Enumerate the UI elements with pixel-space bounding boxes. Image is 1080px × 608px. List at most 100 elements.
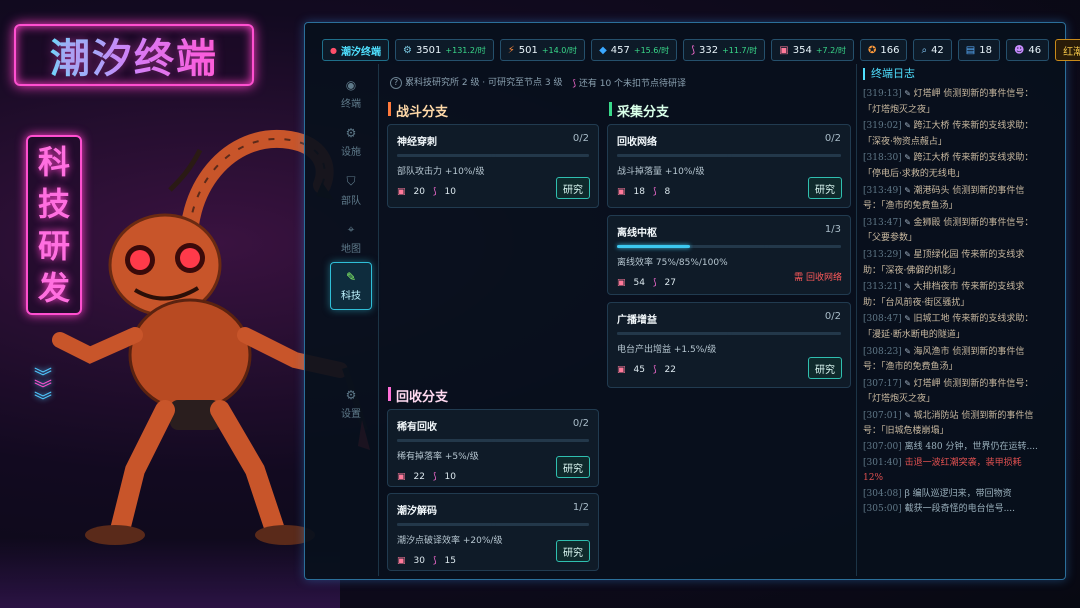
tech-progress bbox=[397, 523, 589, 526]
log-text: 截获一段奇怪的电台信号.... bbox=[904, 504, 1016, 515]
research-button[interactable]: 研究 bbox=[556, 177, 590, 199]
map-icon: ⌖ bbox=[347, 221, 355, 236]
research-button[interactable]: 研究 bbox=[808, 357, 842, 379]
resource-rate: +14.0/时 bbox=[541, 45, 578, 55]
resource-value: 354 bbox=[792, 44, 812, 56]
nav-item-map[interactable]: ⌖ 地图 bbox=[326, 214, 376, 262]
log-entry: [319:02] ✎ 跨江大桥 传来新的支线求助：「深夜·物资点赧占」 bbox=[863, 118, 1040, 150]
log-entry: [313:21] ✎ 大排档夜市 传来新的支线求助：「台风前夜·街区骚扰」 bbox=[863, 279, 1040, 311]
cost-a: 22 bbox=[413, 472, 425, 482]
branch-title-gather: 采集分支 bbox=[609, 101, 669, 120]
floppy-icon: ▣ bbox=[397, 556, 406, 566]
dna-icon: ⟆ bbox=[432, 556, 437, 566]
tech-name: 神经穿刺 bbox=[397, 137, 437, 148]
cost-b: 10 bbox=[444, 187, 456, 197]
log-entry: [313:49] ✎ 潮港码头 侦测到新的事件信号：「渔市的免费鱼汤」 bbox=[863, 183, 1040, 215]
log-entry: [307:00] 离线 480 分钟，世界仍在运转.... bbox=[863, 440, 1040, 456]
tech-card-broadcast-boost[interactable]: 广播增益 0/2 电台产出增益 +1.5%/级 ▣ 45 ⟆ 22 研究 bbox=[607, 302, 851, 388]
app-title: 潮汐终端 bbox=[50, 26, 218, 84]
log-timestamp: [319:02] bbox=[863, 121, 902, 132]
nav-item-troops[interactable]: ⛉ 部队 bbox=[326, 166, 376, 214]
floppy-icon: ▣ bbox=[397, 472, 406, 482]
resource-value: 46 bbox=[1028, 44, 1042, 56]
cost-b: 8 bbox=[664, 187, 671, 197]
status-dot-icon: ● bbox=[330, 45, 337, 55]
resource-value: 166 bbox=[880, 44, 900, 56]
tech-card-neural-pierce[interactable]: 神经穿刺 0/2 部队攻击力 +10%/级 ▣ 20 ⟆ 10 研究 bbox=[387, 124, 599, 208]
signal-icon: ✎ bbox=[901, 378, 914, 388]
resource-chart[interactable]: ▤ 18 bbox=[957, 39, 1000, 61]
floppy-icon: ▣ bbox=[617, 365, 626, 375]
log-entry: [301:40] 击退一波红潮突袭，装甲损耗 12% bbox=[863, 456, 1040, 487]
log-entry: [319:13] ✎ 灯塔岬 侦测到新的事件信号：「灯塔炮灭之夜」 bbox=[863, 86, 1040, 118]
tech-progress bbox=[617, 154, 841, 157]
log-timestamp: [313:29] bbox=[863, 249, 902, 260]
resource-gear[interactable]: ⚙ 3501 +131.2/时 bbox=[394, 39, 494, 61]
resource-energy[interactable]: ⚡ 501 +14.0/时 bbox=[499, 39, 586, 61]
nav-item-facility[interactable]: ⚙ 设施 bbox=[326, 118, 376, 166]
resource-people[interactable]: ☻ 46 bbox=[1005, 39, 1050, 61]
log-entry: [307:17] ✎ 灯塔岬 侦测到新的事件信号：「灯塔炮灭之夜」 bbox=[863, 376, 1040, 408]
log-timestamp: [318:30] bbox=[863, 153, 902, 164]
chart-icon: ▤ bbox=[965, 44, 976, 56]
terminal-log[interactable]: 终端日志 [319:13] ✎ 灯塔岬 侦测到新的事件信号：「灯塔炮灭之夜」 [3… bbox=[856, 64, 1046, 576]
signal-icon: ✎ bbox=[901, 89, 914, 98]
gear-icon: ⚙ bbox=[402, 44, 412, 56]
signal-icon: ✎ bbox=[901, 346, 914, 356]
signal-icon: ✎ bbox=[901, 314, 914, 324]
nav-item-tech[interactable]: ✎ 科技 bbox=[330, 262, 372, 310]
resource-rate: +7.2/时 bbox=[815, 45, 846, 55]
floppy-icon: ▣ bbox=[617, 187, 626, 197]
tech-card-recycle-network[interactable]: 回收网络 0/2 战斗掉落量 +10%/级 ▣ 18 ⟆ 8 研究 bbox=[607, 124, 851, 208]
tech-level: 0/2 bbox=[572, 418, 589, 429]
resource-floppy[interactable]: ▣ 354 +7.2/时 bbox=[771, 39, 854, 61]
resource-value: 3501 bbox=[415, 44, 442, 56]
tech-card-tide-decode[interactable]: 潮汐解码 1/2 潮汐点破译效率 +20%/级 ▣ 30 ⟆ 15 研究 bbox=[387, 493, 599, 571]
signal-icon: ✎ bbox=[901, 249, 914, 259]
tech-desc: 战斗掉落量 +10%/级 bbox=[617, 167, 705, 177]
log-timestamp: [308:23] bbox=[863, 346, 902, 357]
dna-icon: ⟆ bbox=[652, 187, 657, 197]
tech-desc: 离线效率 75%/85%/100% bbox=[617, 258, 728, 268]
tech-level: 1/3 bbox=[824, 224, 841, 235]
divider bbox=[378, 64, 379, 576]
nav-label: 科技 bbox=[341, 291, 361, 302]
log-text: 离线 480 分钟，世界仍在运转.... bbox=[904, 442, 1038, 453]
signal-icon: ✎ bbox=[901, 217, 914, 227]
branch-title-recycle: 回收分支 bbox=[388, 386, 448, 405]
log-timestamp: [307:17] bbox=[863, 378, 902, 389]
crystal-icon: ◆ bbox=[599, 44, 607, 56]
log-timestamp: [308:47] bbox=[863, 314, 902, 325]
resource-value: 18 bbox=[979, 44, 992, 56]
research-button[interactable]: 研究 bbox=[556, 456, 590, 478]
tech-card-rare-recycle[interactable]: 稀有回收 0/2 稀有掉落率 +5%/级 ▣ 22 ⟆ 10 研究 bbox=[387, 409, 599, 487]
unassigned-info: ⟆ 还有 10 个未扣节点待研译 bbox=[572, 76, 686, 89]
cost-a: 20 bbox=[413, 187, 425, 197]
signal-icon: ✎ bbox=[901, 410, 914, 420]
requirement-text: 需 回收网络 bbox=[794, 273, 842, 283]
resource-crystal[interactable]: ◆ 457 +15.6/时 bbox=[591, 39, 678, 61]
log-entry: [313:47] ✎ 金狮殿 侦测到新的事件信号：「父要参数」 bbox=[863, 215, 1040, 247]
tech-name: 稀有回收 bbox=[397, 422, 437, 433]
tech-name: 潮汐解码 bbox=[397, 506, 437, 517]
tech-name: 离线中枢 bbox=[617, 228, 657, 239]
floppy-icon: ▣ bbox=[397, 187, 406, 197]
research-button[interactable]: 研究 bbox=[808, 177, 842, 199]
tech-card-offline-hub[interactable]: 离线中枢 1/3 离线效率 75%/85%/100% ▣ 54 ⟆ 27 需 回收网络 bbox=[607, 215, 851, 295]
resource-value: 42 bbox=[931, 44, 944, 56]
cost-a: 45 bbox=[633, 365, 645, 375]
nav-item-terminal[interactable]: ◉ 终端 bbox=[326, 70, 376, 118]
search-icon: ⌕ bbox=[921, 44, 928, 56]
tech-progress bbox=[397, 439, 589, 442]
unassigned-text: 还有 10 个未扣节点待研译 bbox=[578, 78, 687, 89]
tide-status-badge[interactable]: 红潮 43 紧张 bbox=[1055, 39, 1080, 61]
cost-b: 15 bbox=[444, 556, 456, 566]
resource-search[interactable]: ⌕ 42 bbox=[913, 39, 952, 61]
research-button[interactable]: 研究 bbox=[556, 540, 590, 562]
nav-label: 终端 bbox=[341, 99, 361, 110]
nav-label: 设置 bbox=[341, 409, 361, 420]
nav-item-settings[interactable]: ⚙ 设置 bbox=[326, 380, 376, 428]
resource-medal[interactable]: ✪ 166 bbox=[859, 39, 908, 61]
shield-icon: ⛉ bbox=[346, 173, 356, 188]
resource-dna[interactable]: ⟆ 332 +11.7/时 bbox=[683, 39, 766, 61]
